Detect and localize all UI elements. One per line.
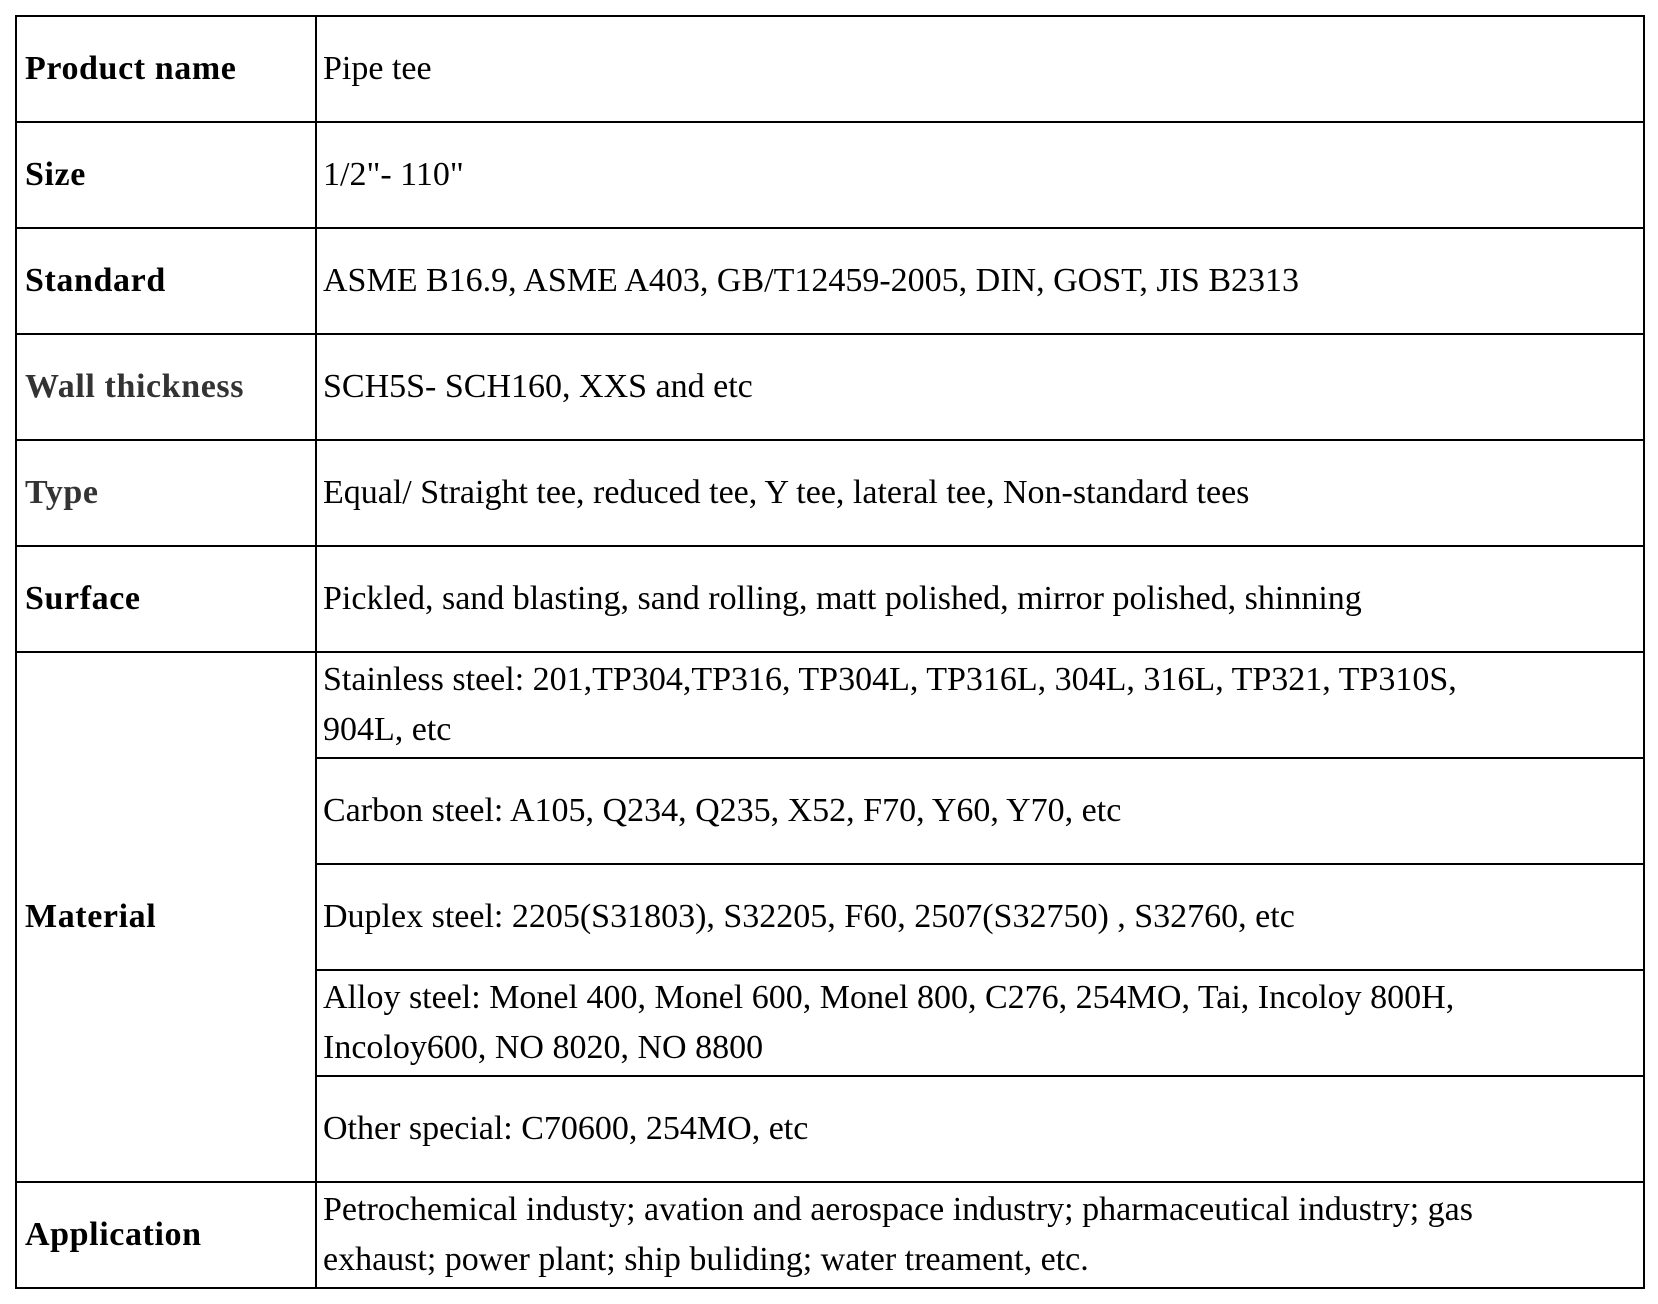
material-entry-stainless: Stainless steel: 201,TP304,TP316, TP304L… — [315, 651, 1645, 759]
value-line: Incoloy600, NO 8020, NO 8800 — [323, 1029, 764, 1066]
row-label: Standard — [15, 227, 317, 335]
table-row-application: Application Petrochemical industy; avati… — [15, 1181, 1645, 1289]
table-row-standard: Standard ASME B16.9, ASME A403, GB/T1245… — [15, 227, 1645, 335]
value-line: Alloy steel: Monel 400, Monel 600, Monel… — [323, 979, 1455, 1016]
row-label: Size — [15, 121, 317, 229]
value-line: exhaust; power plant; ship buliding; wat… — [323, 1241, 1089, 1278]
material-entry-alloy: Alloy steel: Monel 400, Monel 600, Monel… — [315, 969, 1645, 1077]
product-spec-table: Product name Pipe tee Size 1/2"- 110" St… — [15, 15, 1645, 1289]
material-entry-carbon: Carbon steel: A105, Q234, Q235, X52, F70… — [315, 757, 1645, 865]
table-row-material-stainless: Material Stainless steel: 201,TP304,TP31… — [15, 651, 1645, 1183]
application-value: Petrochemical industy; avation and aeros… — [315, 1181, 1645, 1289]
table-row-wall-thickness: Wall thickness SCH5S- SCH160, XXS and et… — [15, 333, 1645, 441]
table-row-surface: Surface Pickled, sand blasting, sand rol… — [15, 545, 1645, 653]
value-line: Stainless steel: 201,TP304,TP316, TP304L… — [323, 661, 1457, 698]
value-line: Duplex steel: 2205(S31803), S32205, F60,… — [323, 898, 1295, 935]
application-label: Application — [15, 1181, 317, 1289]
row-label: Product name — [15, 15, 317, 123]
value-line: 904L, etc — [323, 711, 452, 748]
material-entry-other: Other special: C70600, 254MO, etc — [315, 1075, 1645, 1183]
row-label: Type — [15, 439, 317, 547]
row-value: ASME B16.9, ASME A403, GB/T12459-2005, D… — [315, 227, 1645, 335]
row-value: Pipe tee — [315, 15, 1645, 123]
table-row-type: Type Equal/ Straight tee, reduced tee, Y… — [15, 439, 1645, 547]
value-line: Carbon steel: A105, Q234, Q235, X52, F70… — [323, 792, 1122, 829]
material-entry-duplex: Duplex steel: 2205(S31803), S32205, F60,… — [315, 863, 1645, 971]
material-label: Material — [15, 651, 317, 1183]
row-value: Pickled, sand blasting, sand rolling, ma… — [315, 545, 1645, 653]
row-label: Wall thickness — [15, 333, 317, 441]
row-value: 1/2"- 110" — [315, 121, 1645, 229]
row-value: SCH5S- SCH160, XXS and etc — [315, 333, 1645, 441]
table-row-product-name: Product name Pipe tee — [15, 15, 1645, 123]
row-value: Equal/ Straight tee, reduced tee, Y tee,… — [315, 439, 1645, 547]
table-row-size: Size 1/2"- 110" — [15, 121, 1645, 229]
row-label: Surface — [15, 545, 317, 653]
value-line: Petrochemical industy; avation and aeros… — [323, 1191, 1473, 1228]
value-line: Other special: C70600, 254MO, etc — [323, 1110, 809, 1147]
